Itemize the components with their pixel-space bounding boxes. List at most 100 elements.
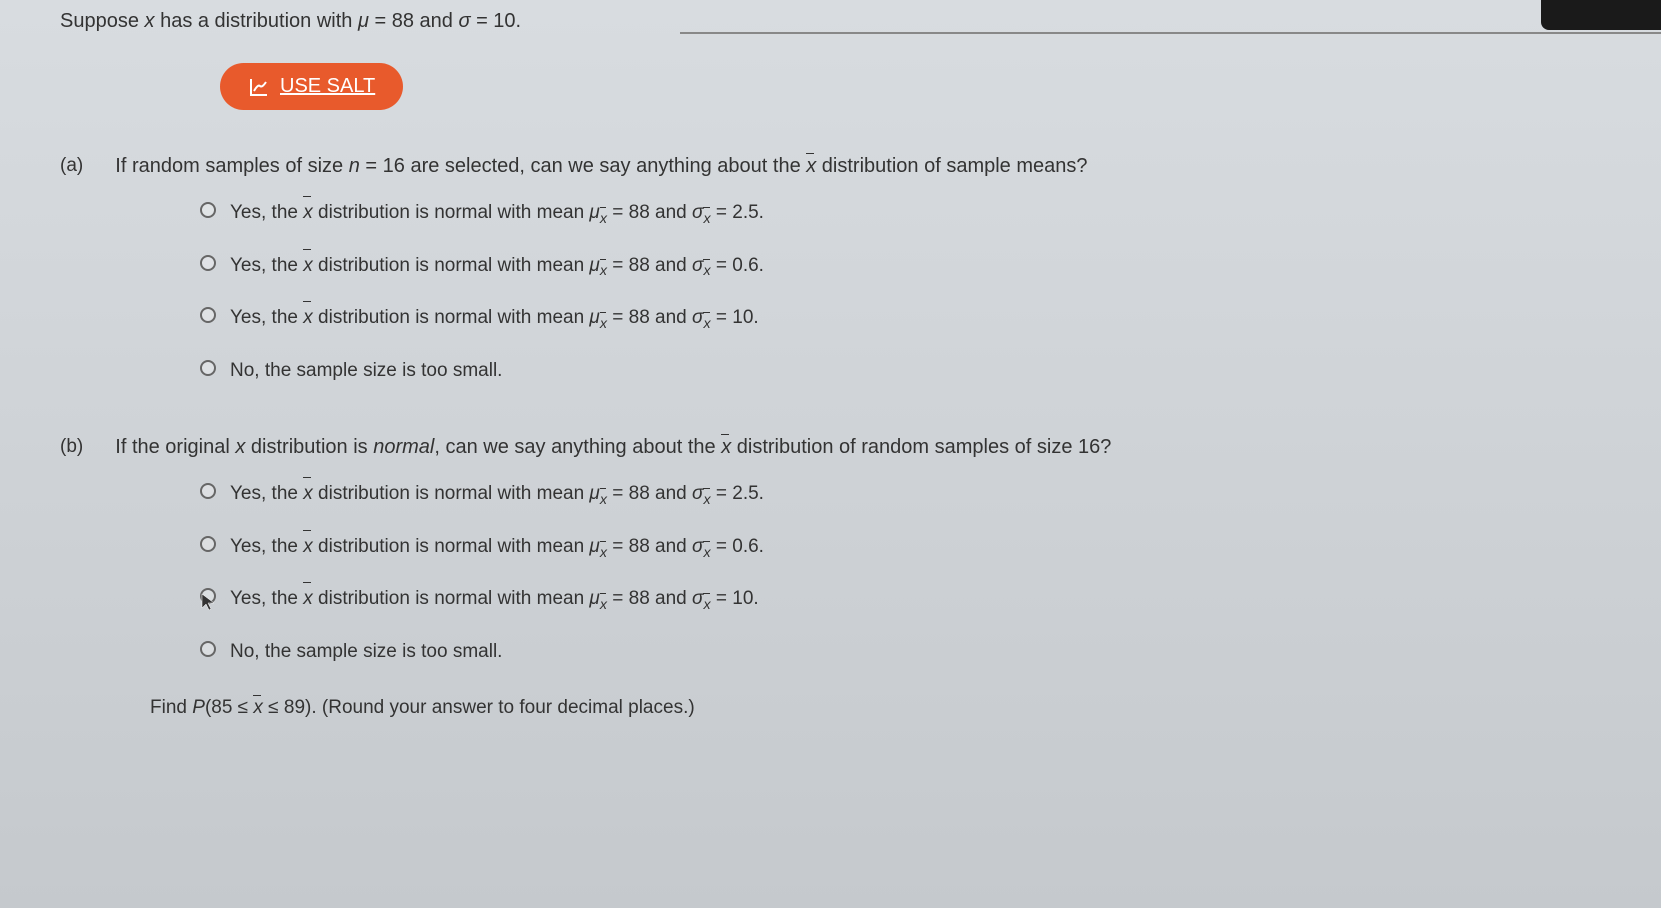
part-b-label: (b) — [60, 436, 110, 458]
ob2-eq1: = 88 and — [607, 536, 692, 557]
oa1-mu: μ — [589, 202, 599, 223]
oa3-eq2: = 10. — [711, 307, 759, 328]
qb-x: x — [235, 436, 245, 458]
qb-suffix: distribution of random samples of size 1… — [731, 436, 1111, 458]
oa2-xbar: x — [303, 251, 313, 281]
option-a3-text: Yes, the x distribution is normal with m… — [230, 303, 759, 336]
oa1-subx2: x — [703, 208, 710, 231]
qb-xbar: x — [721, 436, 731, 459]
qa-n: n — [349, 155, 360, 177]
option-b2-text: Yes, the x distribution is normal with m… — [230, 532, 764, 565]
option-a1-text: Yes, the x distribution is normal with m… — [230, 198, 764, 231]
ob3-sig: σ — [692, 588, 703, 609]
ob2-eq2: = 0.6. — [711, 536, 764, 557]
ob3-mu: μ — [589, 588, 599, 609]
ob3-eq2: = 10. — [711, 588, 759, 609]
oa3-sig: σ — [692, 307, 703, 328]
option-b3: Yes, the x distribution is normal with m… — [200, 584, 1601, 617]
oa3-prefix: Yes, the — [230, 307, 303, 328]
ob2-sig: σ — [692, 536, 703, 557]
ob2-subx: x — [600, 542, 607, 565]
radio-b1[interactable] — [200, 483, 216, 499]
option-b3-text: Yes, the x distribution is normal with m… — [230, 584, 759, 617]
window-corner — [1541, 0, 1661, 30]
qa-mid: = 16 are selected, can we say anything a… — [360, 155, 806, 177]
cursor-icon — [200, 592, 218, 618]
qb-mid2: , can we say anything about the — [434, 436, 721, 458]
option-b1: Yes, the x distribution is normal with m… — [200, 479, 1601, 512]
ob1-mid: distribution is normal with mean — [313, 483, 590, 504]
radio-b3[interactable] — [200, 588, 216, 604]
oa1-eq1: = 88 and — [607, 202, 692, 223]
option-b4: No, the sample size is too small. — [200, 637, 1601, 667]
ob1-subx2: x — [703, 489, 710, 512]
radio-a1[interactable] — [200, 202, 216, 218]
ob2-mid: distribution is normal with mean — [313, 536, 590, 557]
oa1-subx: x — [600, 208, 607, 231]
part-b: (b) If the original x distribution is no… — [60, 436, 1601, 719]
ob1-eq1: = 88 and — [607, 483, 692, 504]
ob1-xbar: x — [303, 479, 313, 509]
oa3-mu: μ — [589, 307, 599, 328]
option-a4-text: No, the sample size is too small. — [230, 356, 502, 386]
ob1-prefix: Yes, the — [230, 483, 303, 504]
ob3-xbar: x — [303, 584, 313, 614]
oa2-sig: σ — [692, 255, 703, 276]
ob1-sig: σ — [692, 483, 703, 504]
part-a-label: (a) — [60, 155, 110, 177]
find-close: ≤ 89). (Round your answer to four decima… — [263, 697, 695, 718]
option-a4: No, the sample size is too small. — [200, 356, 1601, 386]
oa3-xbar: x — [303, 303, 313, 333]
radio-b2[interactable] — [200, 536, 216, 552]
find-probability: Find P(85 ≤ x ≤ 89). (Round your answer … — [150, 697, 1601, 719]
oa2-subx2: x — [703, 260, 710, 283]
ob1-eq2: = 2.5. — [711, 483, 764, 504]
oa2-prefix: Yes, the — [230, 255, 303, 276]
qb-prefix: If the original — [115, 436, 235, 458]
qb-normal: normal — [373, 436, 434, 458]
part-a-question: If random samples of size n = 16 are sel… — [115, 155, 1087, 177]
radio-a4[interactable] — [200, 360, 216, 376]
divider-line — [680, 32, 1661, 34]
intro-eq1: = 88 and — [369, 10, 459, 32]
option-a2-text: Yes, the x distribution is normal with m… — [230, 251, 764, 284]
oa2-mu: μ — [589, 255, 599, 276]
ob3-subx: x — [600, 594, 607, 617]
qa-prefix: If random samples of size — [115, 155, 348, 177]
oa1-prefix: Yes, the — [230, 202, 303, 223]
oa3-eq1: = 88 and — [607, 307, 692, 328]
use-salt-button[interactable]: USE SALT — [220, 63, 403, 110]
ob1-subx: x — [600, 489, 607, 512]
ob3-mid: distribution is normal with mean — [313, 588, 590, 609]
oa3-subx2: x — [703, 313, 710, 336]
ob3-subx2: x — [703, 594, 710, 617]
option-b2: Yes, the x distribution is normal with m… — [200, 532, 1601, 565]
qa-xbar: x — [806, 155, 816, 178]
intro-eq2: = 10. — [471, 10, 522, 32]
part-b-question: If the original x distribution is normal… — [115, 436, 1111, 458]
intro-prefix: Suppose — [60, 10, 145, 32]
ob2-subx2: x — [703, 542, 710, 565]
ob3-prefix: Yes, the — [230, 588, 303, 609]
find-P: P — [192, 697, 205, 718]
question-content: Suppose x has a distribution with μ = 88… — [0, 10, 1661, 719]
option-a3: Yes, the x distribution is normal with m… — [200, 303, 1601, 336]
oa2-eq1: = 88 and — [607, 255, 692, 276]
intro-sigma: σ — [458, 10, 470, 32]
intro-mid1: has a distribution with — [155, 10, 358, 32]
oa3-subx: x — [600, 313, 607, 336]
radio-a2[interactable] — [200, 255, 216, 271]
salt-chart-icon — [248, 76, 270, 98]
part-a: (a) If random samples of size n = 16 are… — [60, 155, 1601, 386]
radio-b4[interactable] — [200, 641, 216, 657]
option-a1: Yes, the x distribution is normal with m… — [200, 198, 1601, 231]
ob1-mu: μ — [589, 483, 599, 504]
qa-suffix: distribution of sample means? — [816, 155, 1087, 177]
oa1-sig: σ — [692, 202, 703, 223]
option-b1-text: Yes, the x distribution is normal with m… — [230, 479, 764, 512]
find-xbar: x — [253, 697, 263, 719]
ob3-eq1: = 88 and — [607, 588, 692, 609]
intro-mu: μ — [358, 10, 369, 32]
radio-a3[interactable] — [200, 307, 216, 323]
intro-var-x: x — [145, 10, 155, 32]
